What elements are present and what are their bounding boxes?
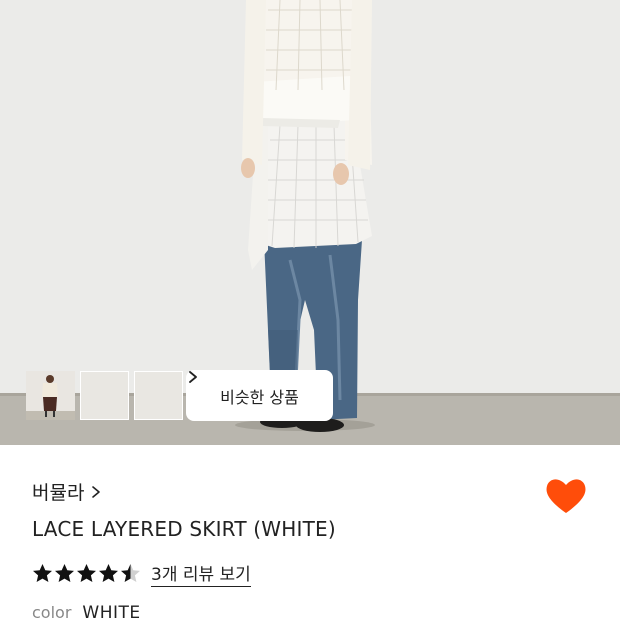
star-rating <box>32 563 141 584</box>
similar-products-label: 비슷한 상품 <box>220 387 299 407</box>
color-label: color <box>32 603 72 620</box>
color-value: WHITE <box>82 603 141 620</box>
thumbnail-3[interactable] <box>26 371 183 420</box>
similar-products-button[interactable]: 비슷한 상품 <box>186 370 333 421</box>
product-title: LACE LAYERED SKIRT (WHITE) <box>32 517 336 541</box>
star-icon <box>55 564 74 582</box>
rating-row: 3개 리뷰 보기 <box>32 560 251 587</box>
color-row: color WHITE <box>32 603 141 620</box>
star-icon <box>33 564 52 582</box>
heart-icon[interactable] <box>545 476 587 516</box>
chevron-right-icon <box>92 485 101 498</box>
thumbnail-2[interactable] <box>26 371 129 420</box>
view-reviews-link[interactable]: 3개 리뷰 보기 <box>151 560 251 587</box>
product-hero-image[interactable]: 비슷한 상품 <box>0 0 620 445</box>
star-icon <box>121 564 140 582</box>
thumbnail-strip <box>26 371 183 420</box>
star-icon <box>99 564 118 582</box>
brand-name: 버뮬라 <box>32 482 85 504</box>
star-icon <box>77 564 96 582</box>
chevron-right-icon <box>189 371 197 383</box>
brand-link[interactable]: 버뮬라 <box>32 478 102 505</box>
